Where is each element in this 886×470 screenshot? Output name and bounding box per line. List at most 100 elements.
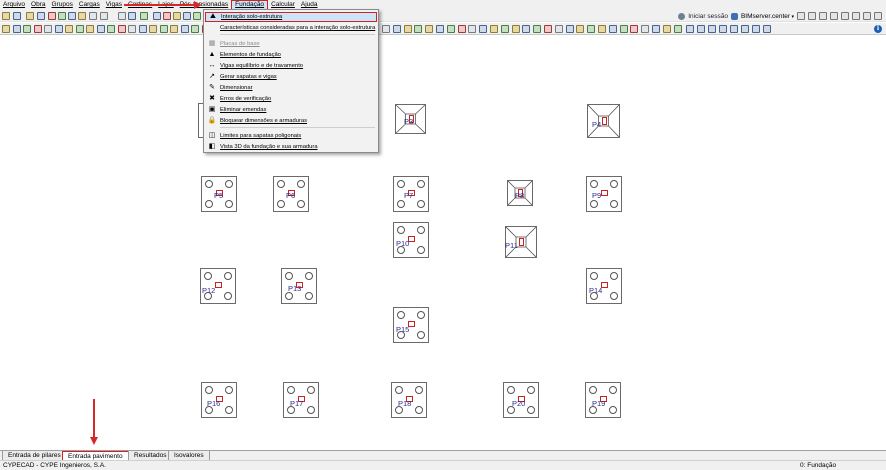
toolbar2-button-46[interactable] <box>652 25 660 33</box>
toolbar2-button-39[interactable] <box>576 25 584 33</box>
toolbar-button-15[interactable] <box>163 12 171 20</box>
toolbar2-button-right-5[interactable] <box>730 25 738 33</box>
toolbar2-button-14[interactable] <box>139 25 147 33</box>
menu-item-view-3d[interactable]: ◧ Vista 3D da fundação e sua armadura <box>205 142 377 152</box>
toolbar-button-r3[interactable] <box>819 12 827 20</box>
toolbar2-button-18[interactable] <box>181 25 189 33</box>
toolbar2-button-42[interactable] <box>609 25 617 33</box>
server-selector[interactable]: BIMserver.center <box>741 13 794 20</box>
toolbar-button-r4[interactable] <box>830 12 838 20</box>
toolbar2-button-16[interactable] <box>160 25 168 33</box>
toolbar-button-11[interactable] <box>118 12 126 20</box>
menu-obra[interactable]: Obra <box>28 0 48 10</box>
toolbar2-button-38[interactable] <box>566 25 574 33</box>
toolbar2-button-4[interactable] <box>34 25 42 33</box>
toolbar-button-r7[interactable] <box>863 12 871 20</box>
toolbar-button-7[interactable] <box>68 12 76 20</box>
toolbar-button-r6[interactable] <box>852 12 860 20</box>
toolbar2-button-right-8[interactable] <box>763 25 771 33</box>
menu-grupos[interactable]: Grupos <box>49 0 76 10</box>
toolbar-button-12[interactable] <box>128 12 136 20</box>
toolbar2-button-right-6[interactable] <box>741 25 749 33</box>
toolbar-button-r1[interactable] <box>797 12 805 20</box>
toolbar2-button-29[interactable] <box>468 25 476 33</box>
toolbar2-button-45[interactable] <box>641 25 649 33</box>
menu-item-lock[interactable]: 🔒 Bloquear dimensões e armaduras <box>205 116 377 126</box>
toolbar2-button-30[interactable] <box>479 25 487 33</box>
toolbar2-button-9[interactable] <box>86 25 94 33</box>
toolbar-button-3[interactable] <box>26 12 34 20</box>
toolbar2-button-35[interactable] <box>533 25 541 33</box>
menu-arquivo[interactable]: Arquivo <box>0 0 28 10</box>
toolbar2-button-1[interactable] <box>2 25 10 33</box>
toolbar-button-2[interactable] <box>13 12 21 20</box>
toolbar-button-1[interactable] <box>2 12 10 20</box>
toolbar-button-13[interactable] <box>140 12 148 20</box>
toolbar2-button-36[interactable] <box>544 25 552 33</box>
toolbar-button-9[interactable] <box>89 12 97 20</box>
toolbar2-button-10[interactable] <box>97 25 105 33</box>
toolbar2-button-3[interactable] <box>23 25 31 33</box>
toolbar2-button-6[interactable] <box>55 25 63 33</box>
toolbar-button-16[interactable] <box>173 12 181 20</box>
toolbar2-button-27[interactable] <box>447 25 455 33</box>
toolbar-button-r2[interactable] <box>808 12 816 20</box>
toolbar2-button-25[interactable] <box>425 25 433 33</box>
menu-item-soil-structure[interactable]: ⛰ Interação solo-estrutura <box>205 12 377 22</box>
toolbar2-button-8[interactable] <box>76 25 84 33</box>
toolbar2-button-right-3[interactable] <box>708 25 716 33</box>
toolbar-button-17[interactable] <box>183 12 191 20</box>
menu-item-dimension[interactable]: ✎ Dimensionar <box>205 83 377 93</box>
toolbar-button-r8[interactable] <box>874 12 882 20</box>
toolbar2-button-28[interactable] <box>458 25 466 33</box>
toolbar2-button-17[interactable] <box>170 25 178 33</box>
toolbar2-button-44[interactable] <box>630 25 638 33</box>
toolbar2-button-right-1[interactable] <box>686 25 694 33</box>
toolbar2-button-33[interactable] <box>512 25 520 33</box>
login-link[interactable]: Iniciar sessão <box>688 13 728 20</box>
toolbar2-button-37[interactable] <box>555 25 563 33</box>
toolbar2-button-48[interactable] <box>674 25 682 33</box>
toolbar2-button-7[interactable] <box>65 25 73 33</box>
toolbar2-button-31[interactable] <box>490 25 498 33</box>
toolbar2-button-23[interactable] <box>404 25 412 33</box>
menu-item-soil-settings[interactable]: Características consideradas para a inte… <box>205 23 377 33</box>
menu-vigas[interactable]: Vigas <box>103 0 125 10</box>
menu-item-tie-beam[interactable]: ↔ Vigas equilíbrio e de travamento <box>205 61 377 71</box>
toolbar2-button-5[interactable] <box>44 25 52 33</box>
toolbar2-button-19[interactable] <box>191 25 199 33</box>
toolbar2-button-right-7[interactable] <box>752 25 760 33</box>
toolbar2-button-21[interactable] <box>382 25 390 33</box>
toolbar2-button-13[interactable] <box>128 25 136 33</box>
toolbar-button-5[interactable] <box>48 12 56 20</box>
toolbar-button-18[interactable] <box>193 12 201 20</box>
toolbar2-button-right-2[interactable] <box>697 25 705 33</box>
toolbar2-button-32[interactable] <box>501 25 509 33</box>
toolbar-button-6[interactable] <box>58 12 66 20</box>
toolbar2-button-34[interactable] <box>522 25 530 33</box>
drawing-canvas[interactable]: P3 P4 P5 P6 P7 P8 P9 P10 P11 P12 P13 P14 P15 P16 P17 P1… <box>0 36 886 448</box>
toolbar-button-14[interactable] <box>153 12 161 20</box>
menu-item-check-errors[interactable]: ✖ Erros de verificação <box>205 94 377 104</box>
menu-item-foundation-elements[interactable]: ▲ Elementos de fundação <box>205 50 377 60</box>
toolbar2-button-47[interactable] <box>663 25 671 33</box>
menu-item-remove-splices[interactable]: ▣ Eliminar emendas <box>205 105 377 115</box>
toolbar2-button-11[interactable] <box>107 25 115 33</box>
toolbar2-button-15[interactable] <box>149 25 157 33</box>
toolbar-button-10[interactable] <box>100 12 108 20</box>
toolbar-button-4[interactable] <box>37 12 45 20</box>
toolbar-button-8[interactable] <box>78 12 86 20</box>
menu-item-generate-footings[interactable]: ↗ Gerar sapatas e vigas <box>205 72 377 82</box>
toolbar2-button-26[interactable] <box>436 25 444 33</box>
toolbar-button-r5[interactable] <box>841 12 849 20</box>
toolbar2-button-2[interactable] <box>13 25 21 33</box>
menu-item-polygon-limits[interactable]: ◫ Limites para sapatas poligonais <box>205 131 377 141</box>
toolbar2-button-41[interactable] <box>598 25 606 33</box>
toolbar2-button-43[interactable] <box>620 25 628 33</box>
toolbar2-button-22[interactable] <box>393 25 401 33</box>
toolbar2-button-40[interactable] <box>587 25 595 33</box>
toolbar2-button-24[interactable] <box>414 25 422 33</box>
menu-cargas[interactable]: Cargas <box>76 0 103 10</box>
info-icon[interactable]: i <box>874 25 882 33</box>
toolbar2-button-right-4[interactable] <box>719 25 727 33</box>
